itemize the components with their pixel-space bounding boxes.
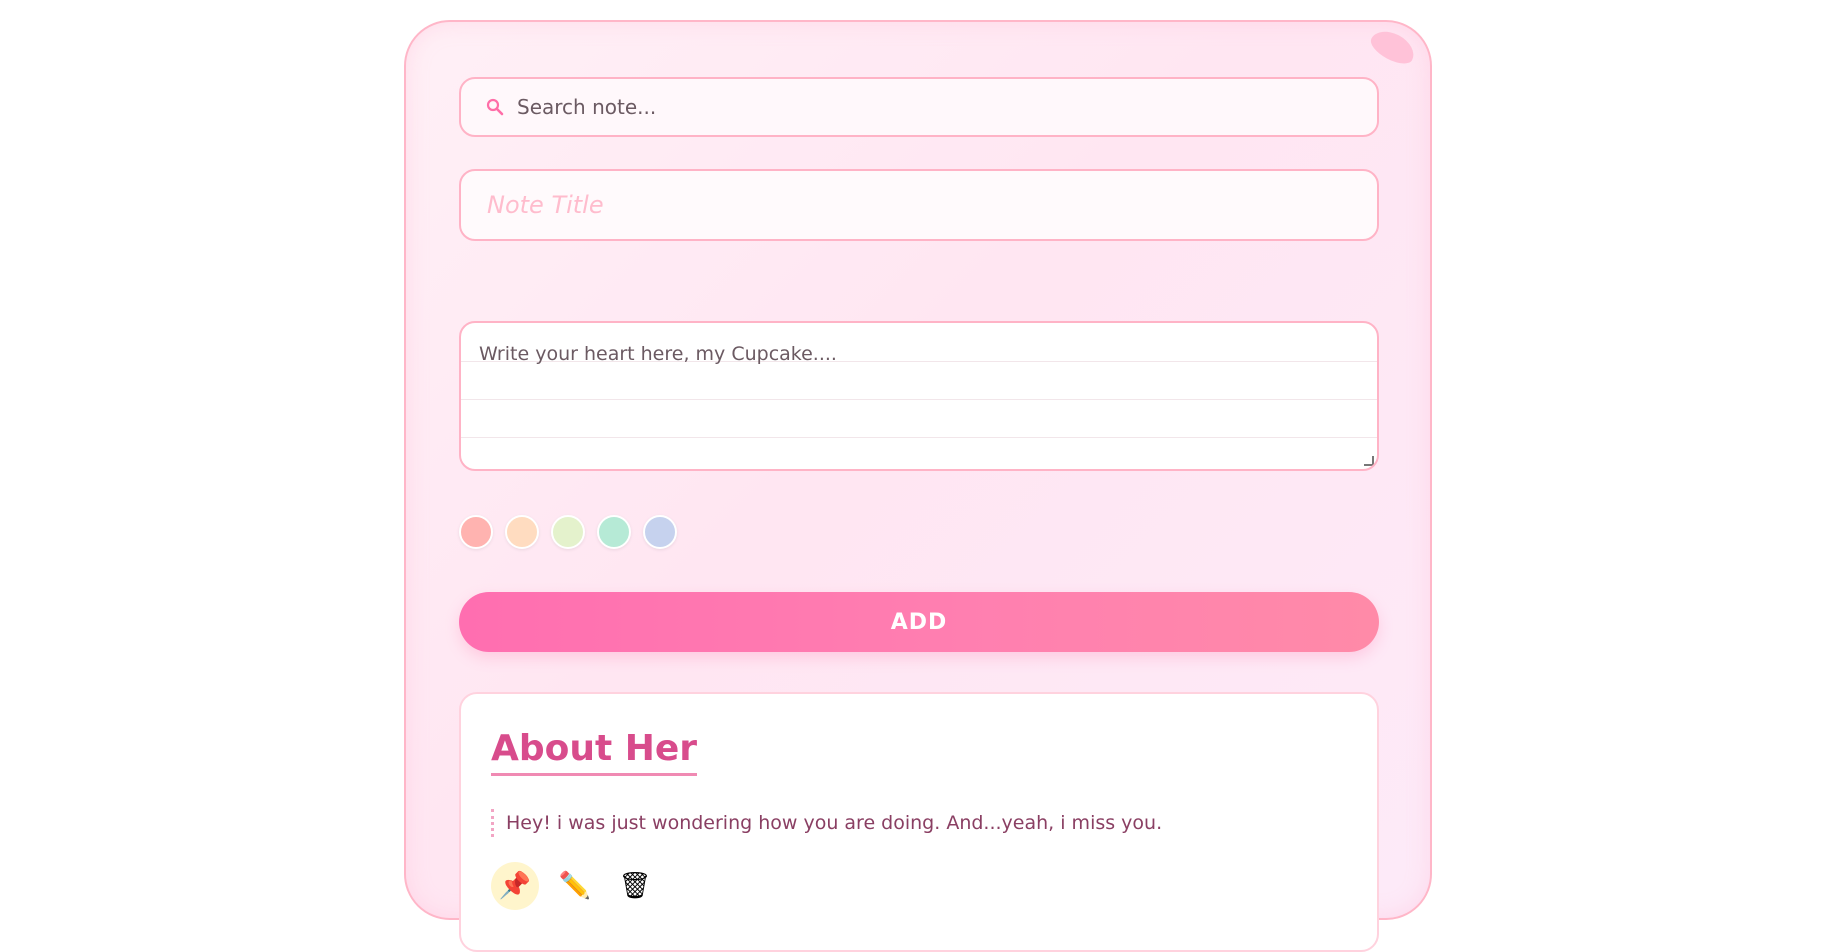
color-swatch-peach[interactable] bbox=[505, 515, 539, 549]
color-swatch-red[interactable] bbox=[459, 515, 493, 549]
note-card-actions: 📌 ✏️ 🗑 bbox=[491, 862, 659, 910]
notes-app-card: Write your heart here, my Cupcake.... AD… bbox=[404, 20, 1432, 952]
color-picker bbox=[459, 515, 677, 549]
note-card-title: About Her bbox=[491, 728, 698, 776]
note-title-input[interactable] bbox=[485, 190, 1349, 220]
note-body-placeholder[interactable]: Write your heart here, my Cupcake.... bbox=[479, 343, 837, 365]
search-bar[interactable] bbox=[459, 77, 1379, 137]
add-note-button[interactable]: ADD bbox=[459, 592, 1379, 652]
decorative-blob bbox=[1366, 24, 1420, 70]
color-swatch-green[interactable] bbox=[551, 515, 585, 549]
note-title-field[interactable] bbox=[459, 169, 1379, 241]
note-card-body: Hey! i was just wondering how you are do… bbox=[491, 809, 1162, 837]
color-swatch-mint[interactable] bbox=[597, 515, 631, 549]
pin-icon[interactable]: 📌 bbox=[491, 862, 539, 910]
note-body-field[interactable]: Write your heart here, my Cupcake.... bbox=[459, 321, 1379, 471]
delete-icon[interactable]: 🗑 bbox=[611, 862, 659, 910]
note-card: About Her Hey! i was just wondering how … bbox=[459, 692, 1379, 952]
edit-icon[interactable]: ✏️ bbox=[551, 862, 599, 910]
search-icon bbox=[485, 97, 505, 117]
ruled-line bbox=[461, 437, 1377, 438]
ruled-line bbox=[461, 399, 1377, 400]
search-input[interactable] bbox=[515, 94, 1339, 120]
resize-handle[interactable] bbox=[1364, 456, 1374, 466]
color-swatch-blue[interactable] bbox=[643, 515, 677, 549]
